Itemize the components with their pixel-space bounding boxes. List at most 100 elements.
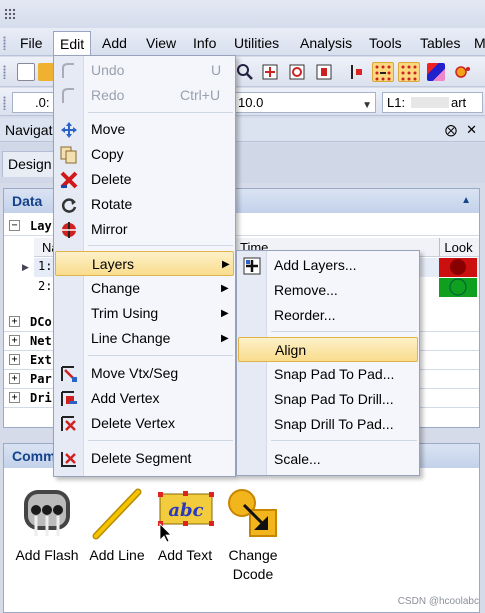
add-flash-icon [24,490,70,536]
snap-icon[interactable] [348,63,366,81]
menu-undo-shortcut: U [211,62,222,78]
title-strip [0,0,485,28]
add-layers-icon [243,257,261,275]
menu-delete[interactable]: Delete [55,167,235,192]
menu-snap-pad-to-pad-label: Snap Pad To Pad... [274,366,395,382]
redo-icon [62,88,74,103]
grid-display-icon[interactable] [398,62,420,82]
menu-move-vtx-seg[interactable]: Move Vtx/Seg [55,361,235,386]
menu-move[interactable]: Move [55,117,235,142]
menu-move-label: Move [91,121,126,137]
expand-node-icon[interactable]: + [9,316,20,327]
zoom-previous-icon[interactable] [315,63,333,81]
highlight-icon[interactable] [453,63,471,81]
grid-snap-icon[interactable] [372,62,394,82]
data-panel-title: Data [12,193,43,209]
add-text-label: Add Text [157,547,213,563]
menu-mirror-label: Mirror [91,221,128,237]
menu-tables[interactable]: Tables [420,33,460,53]
change-dcode-button[interactable]: Change Dcode [218,486,288,584]
commands-panel-title: Comm [12,448,56,464]
menubar: File Edit Add View Info Utilities Analys… [0,28,485,57]
menu-utilities[interactable]: Utilities [234,33,279,53]
menu-trim-using[interactable]: Trim Using ▶ [55,301,235,326]
row-pointer-icon: ▶ [22,262,29,272]
toolbar2-grip-icon [3,96,6,110]
chevron-down-icon[interactable]: ▼ [362,96,372,115]
add-text-icon: abc [158,491,214,542]
add-vertex-icon [61,391,77,406]
edit-menu: Undo U Redo Ctrl+U Move Copy Delete Rota… [53,55,236,477]
undo-icon [62,63,74,78]
menu-line-change[interactable]: Line Change ▶ [55,326,235,351]
menu-change[interactable]: Change ▶ [55,276,235,301]
collapse-node-icon[interactable]: − [9,220,20,231]
tree-node-label: DCo [30,315,52,329]
menu-align[interactable]: Align [238,337,418,362]
menu-delete-segment[interactable]: Delete Segment [55,446,235,471]
zoom-icon[interactable] [236,63,254,81]
menu-file[interactable]: File [20,33,43,53]
expand-node-icon[interactable]: + [9,354,20,365]
menu-analysis[interactable]: Analysis [300,33,352,53]
submenu-arrow-icon: ▶ [221,333,229,344]
dcode-combo[interactable]: 10.0 ▼ [234,92,376,113]
submenu-arrow-icon: ▶ [222,259,230,270]
look-swatch-green[interactable] [439,278,477,297]
tree-node-label: Par [30,372,52,386]
zoom-window-icon[interactable] [288,63,306,81]
delete-vertex-icon [61,416,76,431]
menu-mirror[interactable]: Mirror [55,217,235,242]
color-layers-icon[interactable] [427,63,445,81]
tree-node-label: Lay [30,219,52,233]
grip-icon [4,8,16,20]
zoom-fit-icon[interactable] [261,63,279,81]
menu-snap-drill-to-pad[interactable]: Snap Drill To Pad... [238,412,419,437]
menu-undo-label: Undo [91,62,125,78]
menu-snap-pad-to-pad[interactable]: Snap Pad To Pad... [238,362,419,387]
svg-text:abc: abc [168,500,203,521]
menu-edit[interactable]: Edit [53,31,92,57]
redacted-text [411,97,449,108]
menu-remove-layers[interactable]: Remove... [238,278,419,303]
menu-redo[interactable]: Redo Ctrl+U [55,83,235,108]
coordinate-combo[interactable]: .0: [12,92,58,113]
pin-icon[interactable]: ⨂ [445,118,457,142]
expand-node-icon[interactable]: + [9,392,20,403]
menu-snap-pad-to-drill[interactable]: Snap Pad To Drill... [238,387,419,412]
submenu-arrow-icon: ▶ [221,283,229,294]
layer-number: 1: [38,259,53,273]
add-line-button[interactable]: Add Line [82,486,152,565]
menu-change-label: Change [91,280,141,296]
expand-node-icon[interactable]: + [9,373,20,384]
close-icon[interactable]: ✕ [466,118,477,142]
delete-segment-icon [61,452,76,467]
tree-node-label: Dri [30,391,52,405]
menu-scale[interactable]: Scale... [238,447,419,472]
menu-undo[interactable]: Undo U [55,58,235,83]
menu-copy[interactable]: Copy [55,142,235,167]
menu-add-layers[interactable]: Add Layers... [238,253,419,278]
look-swatch-red[interactable] [439,258,477,277]
change-dcode-icon [228,489,277,537]
expand-node-icon[interactable]: + [9,335,20,346]
menu-tools[interactable]: Tools [369,33,402,53]
menu-scale-label: Scale... [274,451,321,467]
mirror-icon [62,222,76,238]
menu-rotate[interactable]: Rotate [55,192,235,217]
menu-layers[interactable]: Layers ▶ [55,251,234,276]
menu-add-vertex[interactable]: Add Vertex [55,386,235,411]
menu-reorder-layers[interactable]: Reorder... [238,303,419,328]
menu-view[interactable]: View [146,33,176,53]
collapse-icon[interactable]: ▲ [461,189,471,213]
menu-info[interactable]: Info [193,33,216,53]
menu-add[interactable]: Add [102,33,127,53]
new-file-icon[interactable] [17,63,35,81]
menu-delete-vertex[interactable]: Delete Vertex [55,411,235,436]
add-text-button[interactable]: abc Add Text [150,486,220,565]
toolbar-grip-icon [3,65,6,79]
layer-combo[interactable]: L1: art [382,92,483,113]
menu-more[interactable]: M [474,33,485,53]
menu-separator [88,355,233,356]
add-flash-button[interactable]: Add Flash [12,486,82,565]
